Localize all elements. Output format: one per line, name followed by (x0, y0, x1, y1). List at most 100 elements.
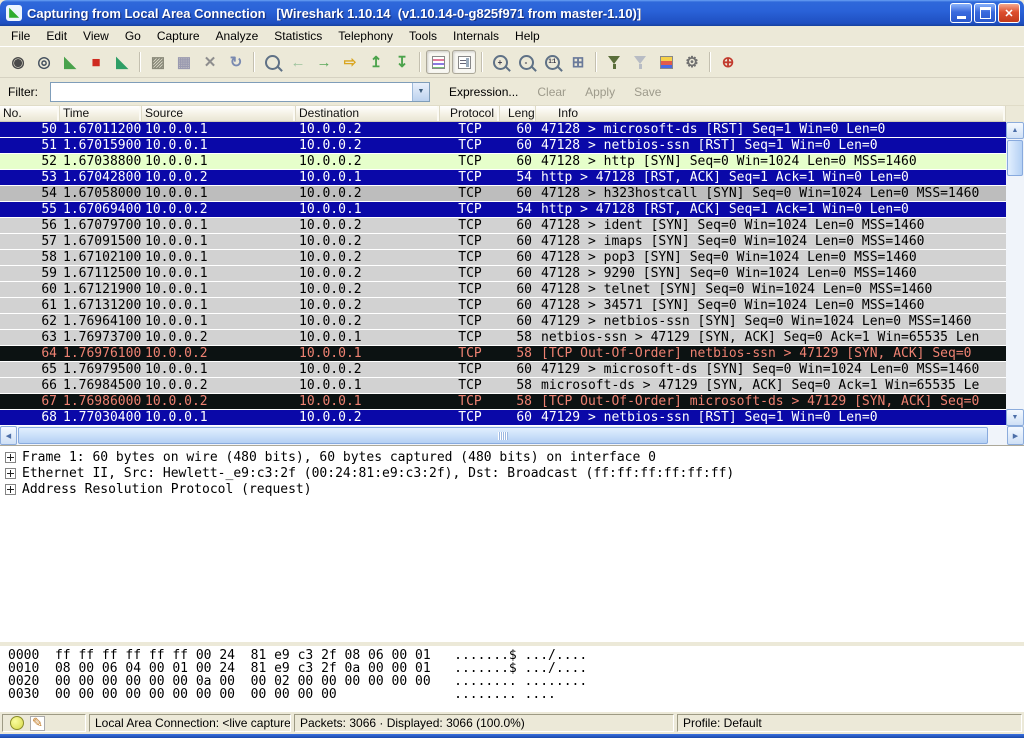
packet-row-52[interactable]: 521.6703880010.0.0.110.0.0.2TCP6047128 >… (0, 154, 1006, 170)
preferences-button[interactable]: ⚙ (680, 50, 704, 74)
detail-line-2[interactable]: Address Resolution Protocol (request) (0, 481, 1024, 497)
close-capture-file-button[interactable]: ✕ (198, 50, 222, 74)
coloring-rules-button[interactable] (654, 50, 678, 74)
column-header-destination[interactable]: Destination (296, 106, 440, 121)
apply-button[interactable]: Apply (585, 85, 615, 99)
menu-statistics[interactable]: Statistics (266, 27, 330, 45)
packet-list: 501.6701120010.0.0.110.0.0.2TCP6047128 >… (0, 122, 1006, 426)
capture-stop-button[interactable]: ■ (84, 50, 108, 74)
menu-help[interactable]: Help (507, 27, 548, 45)
scroll-right-arrow[interactable]: ▶ (1007, 426, 1024, 445)
menu-capture[interactable]: Capture (149, 27, 208, 45)
display-filters-button[interactable] (628, 50, 652, 74)
packet-row-63[interactable]: 631.7697370010.0.0.210.0.0.1TCP58netbios… (0, 330, 1006, 346)
column-header-time[interactable]: Time (60, 106, 142, 121)
restore-button[interactable] (974, 3, 996, 23)
column-header-length[interactable]: Length (500, 106, 536, 121)
packet-row-53[interactable]: 531.6704280010.0.0.210.0.0.1TCP54http > … (0, 170, 1006, 186)
detail-line-0[interactable]: Frame 1: 60 bytes on wire (480 bits), 60… (0, 449, 1024, 465)
packet-row-54[interactable]: 541.6705800010.0.0.110.0.0.2TCP6047128 >… (0, 186, 1006, 202)
minimize-button[interactable] (950, 3, 972, 23)
scroll-down-arrow[interactable]: ▼ (1006, 409, 1024, 426)
zoom-100-icon: 1:1 (545, 55, 560, 70)
packet-row-66[interactable]: 661.7698450010.0.0.210.0.0.1TCP58microso… (0, 378, 1006, 394)
column-header-protocol[interactable]: Protocol (440, 106, 500, 121)
packet-row-56[interactable]: 561.6707970010.0.0.110.0.0.2TCP6047128 >… (0, 218, 1006, 234)
cell-destination: 10.0.0.2 (296, 218, 440, 233)
main-toolbar: ◉◎◣■◣▨▦✕↻←→⇨↥↧+-1:1⊞⚙⊕ (0, 46, 1024, 78)
funnel-cone (608, 56, 620, 64)
expert-info-icon[interactable] (10, 716, 24, 730)
auto-scroll-live-capture-button[interactable] (452, 50, 476, 74)
menu-view[interactable]: View (75, 27, 117, 45)
zoom-out-icon: - (519, 55, 534, 70)
menu-go[interactable]: Go (117, 27, 149, 45)
interface-list-button[interactable]: ◉ (6, 50, 30, 74)
cell-source: 10.0.0.1 (142, 298, 296, 313)
packet-list-horizontal-scrollbar[interactable]: ◀ ▶ (0, 426, 1024, 445)
menu-edit[interactable]: Edit (38, 27, 75, 45)
packet-row-51[interactable]: 511.6701590010.0.0.110.0.0.2TCP6047128 >… (0, 138, 1006, 154)
horizontal-scroll-thumb[interactable] (18, 427, 988, 444)
scroll-left-arrow[interactable]: ◀ (0, 426, 17, 445)
filter-input[interactable]: ▼ (50, 82, 430, 102)
column-header-source[interactable]: Source (142, 106, 296, 121)
detail-line-1[interactable]: Ethernet II, Src: Hewlett-_e9:c3:2f (00:… (0, 465, 1024, 481)
capture-restart-button[interactable]: ◣ (110, 50, 134, 74)
go-forward-button[interactable]: → (312, 50, 336, 74)
save-capture-file-button[interactable]: ▦ (172, 50, 196, 74)
expand-plus-icon[interactable] (5, 452, 16, 463)
go-to-bottom-button[interactable]: ↧ (390, 50, 414, 74)
zoom-in-button[interactable]: + (488, 50, 512, 74)
column-header-info[interactable]: Info (536, 106, 1006, 121)
packet-row-60[interactable]: 601.6712190010.0.0.110.0.0.2TCP6047128 >… (0, 282, 1006, 298)
packet-row-62[interactable]: 621.7696410010.0.0.110.0.0.2TCP6047129 >… (0, 314, 1006, 330)
menu-internals[interactable]: Internals (445, 27, 507, 45)
cell-time: 1.76964100 (60, 314, 142, 329)
zoom-out-button[interactable]: - (514, 50, 538, 74)
scroll-up-arrow[interactable]: ▲ (1006, 122, 1024, 139)
find-packet-button[interactable] (260, 50, 284, 74)
menu-tools[interactable]: Tools (401, 27, 445, 45)
packet-row-64[interactable]: 641.7697610010.0.0.210.0.0.1TCP58[TCP Ou… (0, 346, 1006, 362)
save-button[interactable]: Save (634, 85, 661, 99)
reload-capture-file-button[interactable]: ↻ (224, 50, 248, 74)
zoom-100-button[interactable]: 1:1 (540, 50, 564, 74)
packet-row-59[interactable]: 591.6711250010.0.0.110.0.0.2TCP6047128 >… (0, 266, 1006, 282)
packet-list-vertical-scrollbar[interactable]: ▲ ▼ (1006, 122, 1024, 426)
capture-options-button[interactable]: ◎ (32, 50, 56, 74)
menu-telephony[interactable]: Telephony (330, 27, 401, 45)
help-button[interactable]: ⊕ (716, 50, 740, 74)
expression-button[interactable]: Expression... (449, 85, 518, 99)
close-button[interactable]: ✕ (998, 3, 1020, 23)
filter-dropdown-button[interactable]: ▼ (412, 83, 429, 101)
open-capture-file-button[interactable]: ▨ (146, 50, 170, 74)
expand-plus-icon[interactable] (5, 484, 16, 495)
expand-plus-icon[interactable] (5, 468, 16, 479)
hex-row-0030[interactable]: 0030 00 00 00 00 00 00 00 00 00 00 00 00… (0, 688, 1024, 701)
packet-row-58[interactable]: 581.6710210010.0.0.110.0.0.2TCP6047128 >… (0, 250, 1006, 266)
packet-row-61[interactable]: 611.6713120010.0.0.110.0.0.2TCP6047128 >… (0, 298, 1006, 314)
packet-row-55[interactable]: 551.6706940010.0.0.210.0.0.1TCP54http > … (0, 202, 1006, 218)
packet-row-50[interactable]: 501.6701120010.0.0.110.0.0.2TCP6047128 >… (0, 122, 1006, 138)
title-bar[interactable]: ◣ Capturing from Local Area Connection [… (0, 0, 1024, 26)
menu-analyze[interactable]: Analyze (208, 27, 267, 45)
vertical-scroll-thumb[interactable] (1007, 140, 1023, 176)
go-to-packet-button[interactable]: ⇨ (338, 50, 362, 74)
packet-row-67[interactable]: 671.7698600010.0.0.210.0.0.1TCP58[TCP Ou… (0, 394, 1006, 410)
packet-row-57[interactable]: 571.6709150010.0.0.110.0.0.2TCP6047128 >… (0, 234, 1006, 250)
packet-row-68[interactable]: 681.7703040010.0.0.110.0.0.2TCP6047129 >… (0, 410, 1006, 426)
column-header-no[interactable]: No. (0, 106, 60, 121)
capture-comment-icon[interactable]: ✎ (30, 716, 45, 731)
menu-file[interactable]: File (3, 27, 38, 45)
go-back-button[interactable]: ← (286, 50, 310, 74)
go-to-top-button[interactable]: ↥ (364, 50, 388, 74)
resize-columns-button[interactable]: ⊞ (566, 50, 590, 74)
colorize-packet-list-button[interactable] (426, 50, 450, 74)
capture-start-button[interactable]: ◣ (58, 50, 82, 74)
cell-protocol: TCP (440, 250, 500, 265)
capture-filters-button[interactable] (602, 50, 626, 74)
packet-row-65[interactable]: 651.7697950010.0.0.110.0.0.2TCP6047129 >… (0, 362, 1006, 378)
status-profile[interactable]: Profile: Default (677, 714, 1022, 732)
clear-button[interactable]: Clear (537, 85, 566, 99)
